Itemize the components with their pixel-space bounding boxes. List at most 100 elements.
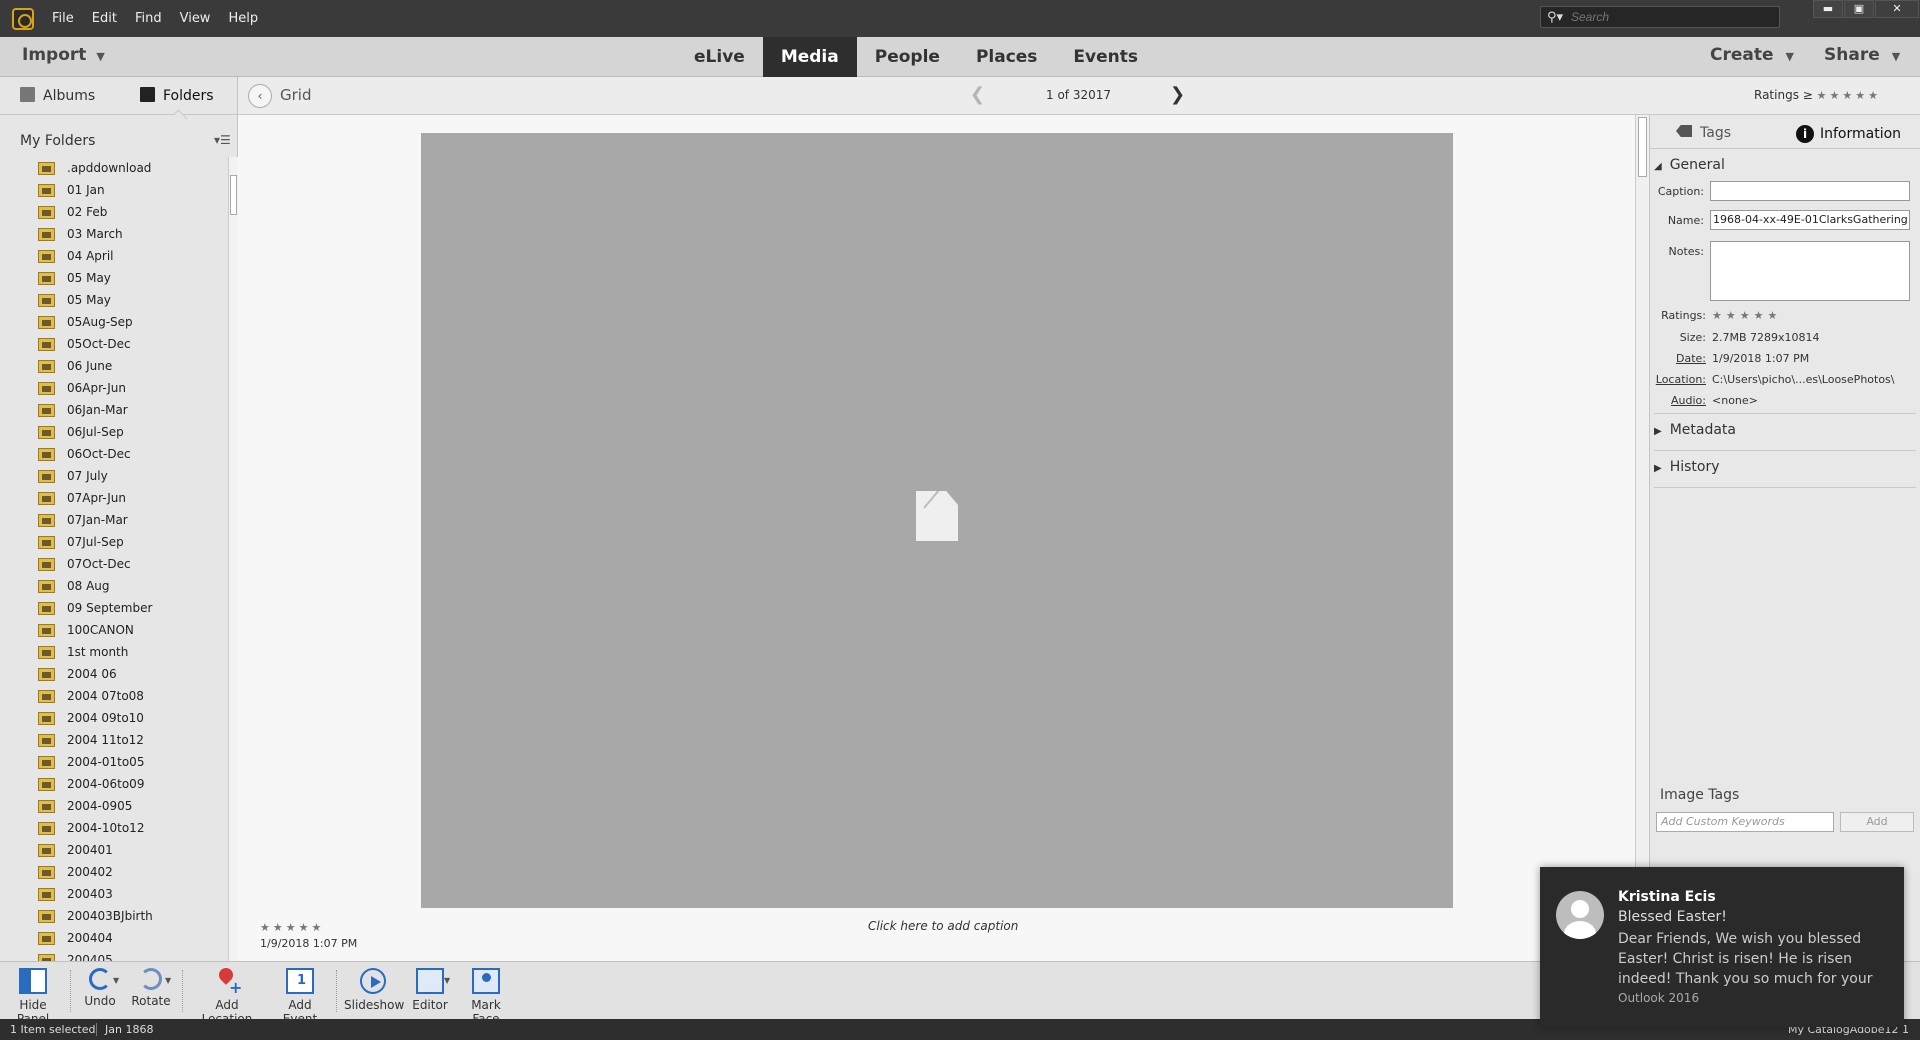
back-button[interactable]: ‹ bbox=[248, 84, 272, 108]
add-caption-link[interactable]: Click here to add caption bbox=[868, 919, 1018, 933]
folder-scrollbar[interactable] bbox=[228, 157, 238, 963]
folder-item[interactable]: 07 July bbox=[38, 465, 226, 487]
tab-media[interactable]: Media bbox=[762, 37, 857, 77]
folder-item[interactable]: 06 June bbox=[38, 355, 226, 377]
folder-label: 2004 11to12 bbox=[67, 733, 144, 747]
folder-item[interactable]: 2004-0905 bbox=[38, 795, 226, 817]
folder-item[interactable]: 05Oct-Dec bbox=[38, 333, 226, 355]
hide-panel-button[interactable]: Hide Panel bbox=[4, 968, 62, 1026]
general-section-header[interactable]: ◢ General bbox=[1654, 157, 1725, 173]
undo-dropdown-icon[interactable]: ▼ bbox=[113, 976, 119, 985]
folder-item[interactable]: 2004 11to12 bbox=[38, 729, 226, 751]
folder-item[interactable]: 05Aug-Sep bbox=[38, 311, 226, 333]
tab-albums[interactable]: Albums bbox=[20, 87, 95, 104]
folder-item[interactable]: 01 Jan bbox=[38, 179, 226, 201]
folder-item[interactable]: 03 March bbox=[38, 223, 226, 245]
star-icons[interactable]: ★★★★★ bbox=[1817, 89, 1881, 102]
folder-item[interactable]: 09 September bbox=[38, 597, 226, 619]
folder-item[interactable]: 07Jan-Mar bbox=[38, 509, 226, 531]
folder-item[interactable]: 2004 07to08 bbox=[38, 685, 226, 707]
caption-field[interactable] bbox=[1710, 181, 1910, 201]
photo-preview[interactable] bbox=[421, 133, 1453, 908]
tab-tags[interactable]: Tags bbox=[1676, 125, 1731, 141]
import-button[interactable]: Import ▼ bbox=[22, 45, 105, 65]
add-keyword-button[interactable]: Add bbox=[1840, 812, 1914, 832]
slideshow-button[interactable]: Slideshow bbox=[344, 968, 404, 1012]
maximize-button[interactable]: ▣ bbox=[1844, 0, 1874, 18]
search-input[interactable] bbox=[1571, 9, 1771, 25]
rating-star-icons[interactable]: ★★★★★ bbox=[1712, 309, 1781, 322]
date-row: Date: 1/9/2018 1:07 PM bbox=[1650, 352, 1920, 365]
folder-item[interactable]: 2004-06to09 bbox=[38, 773, 226, 795]
folder-item[interactable]: 2004 06 bbox=[38, 663, 226, 685]
history-section-header[interactable]: ▶ History bbox=[1654, 450, 1916, 475]
scroll-thumb[interactable] bbox=[1638, 117, 1647, 177]
name-field[interactable]: 1968-04-xx-49E-01ClarksGathering bbox=[1710, 210, 1910, 230]
notes-field[interactable] bbox=[1710, 241, 1910, 301]
tab-people[interactable]: People bbox=[857, 37, 958, 77]
tab-folders[interactable]: Folders bbox=[140, 87, 214, 104]
add-location-button[interactable]: Add Location bbox=[190, 968, 264, 1026]
menu-edit[interactable]: Edit bbox=[92, 11, 117, 26]
folder-item[interactable]: 2004-10to12 bbox=[38, 817, 226, 839]
folder-item[interactable]: 2004-01to05 bbox=[38, 751, 226, 773]
tab-information-label: Information bbox=[1820, 126, 1902, 142]
editor-dropdown-icon[interactable]: ▼ bbox=[444, 976, 450, 985]
folder-item[interactable]: 08 Aug bbox=[38, 575, 226, 597]
menu-file[interactable]: File bbox=[52, 11, 74, 26]
share-button[interactable]: Share ▼ bbox=[1824, 45, 1900, 65]
undo-button[interactable]: Undo bbox=[80, 968, 120, 1008]
media-scrollbar[interactable] bbox=[1635, 115, 1649, 961]
rotate-button[interactable]: Rotate bbox=[130, 968, 172, 1008]
audio-label[interactable]: Audio: bbox=[1650, 394, 1706, 407]
folder-item[interactable]: 2004 09to10 bbox=[38, 707, 226, 729]
folder-item[interactable]: 07Apr-Jun bbox=[38, 487, 226, 509]
ratings-filter[interactable]: Ratings ≥ ★★★★★ bbox=[1754, 88, 1881, 102]
folder-item[interactable]: 07Oct-Dec bbox=[38, 553, 226, 575]
folder-item[interactable]: 100CANON bbox=[38, 619, 226, 641]
create-button[interactable]: Create ▼ bbox=[1710, 45, 1794, 65]
editor-button[interactable]: Editor bbox=[408, 968, 452, 1012]
folder-item[interactable]: 200401 bbox=[38, 839, 226, 861]
metadata-section-header[interactable]: ▶ Metadata bbox=[1654, 413, 1916, 438]
view-options-icon[interactable]: ▾☰ bbox=[214, 133, 231, 147]
folder-item[interactable]: 05 May bbox=[38, 289, 226, 311]
mark-face-button[interactable]: Mark Face bbox=[458, 968, 514, 1026]
folder-item[interactable]: 200402 bbox=[38, 861, 226, 883]
location-pin-icon bbox=[213, 968, 242, 997]
menu-find[interactable]: Find bbox=[135, 11, 162, 26]
add-event-button[interactable]: Add Event bbox=[270, 968, 330, 1026]
custom-keyword-input[interactable]: Add Custom Keywords bbox=[1656, 812, 1834, 832]
rotate-dropdown-icon[interactable]: ▼ bbox=[165, 976, 171, 985]
next-arrow-icon[interactable]: ❯ bbox=[1170, 84, 1185, 105]
folder-item[interactable]: 200404 bbox=[38, 927, 226, 949]
photo-rating-stars[interactable]: ★★★★★ bbox=[260, 921, 324, 934]
folder-item[interactable]: 06Apr-Jun bbox=[38, 377, 226, 399]
tab-elive[interactable]: eLive bbox=[676, 37, 763, 77]
folder-item[interactable]: 06Jul-Sep bbox=[38, 421, 226, 443]
search-icon[interactable]: ⚲▾ bbox=[1547, 10, 1563, 25]
minimize-button[interactable]: ▬ bbox=[1813, 0, 1843, 18]
previous-arrow-icon[interactable]: ❮ bbox=[970, 84, 985, 105]
close-button[interactable]: ✕ bbox=[1875, 0, 1919, 18]
scroll-thumb[interactable] bbox=[230, 175, 237, 215]
location-label[interactable]: Location: bbox=[1650, 373, 1706, 386]
folder-item[interactable]: 02 Feb bbox=[38, 201, 226, 223]
folder-item[interactable]: 1st month bbox=[38, 641, 226, 663]
notification-toast[interactable]: Kristina Ecis Blessed Easter! Dear Frien… bbox=[1540, 867, 1904, 1027]
folder-item[interactable]: 05 May bbox=[38, 267, 226, 289]
folder-item[interactable]: 200403 bbox=[38, 883, 226, 905]
folder-item[interactable]: 06Jan-Mar bbox=[38, 399, 226, 421]
date-label[interactable]: Date: bbox=[1650, 352, 1706, 365]
tab-information[interactable]: i Information bbox=[1796, 125, 1901, 143]
tab-places[interactable]: Places bbox=[958, 37, 1055, 77]
folder-item[interactable]: 200403BJbirth bbox=[38, 905, 226, 927]
undo-label: Undo bbox=[84, 994, 116, 1008]
folder-item[interactable]: .apddownload bbox=[38, 157, 226, 179]
folder-item[interactable]: 06Oct-Dec bbox=[38, 443, 226, 465]
folder-item[interactable]: 04 April bbox=[38, 245, 226, 267]
menu-help[interactable]: Help bbox=[228, 11, 258, 26]
folder-item[interactable]: 07Jul-Sep bbox=[38, 531, 226, 553]
tab-events[interactable]: Events bbox=[1055, 37, 1156, 77]
menu-view[interactable]: View bbox=[180, 11, 211, 26]
